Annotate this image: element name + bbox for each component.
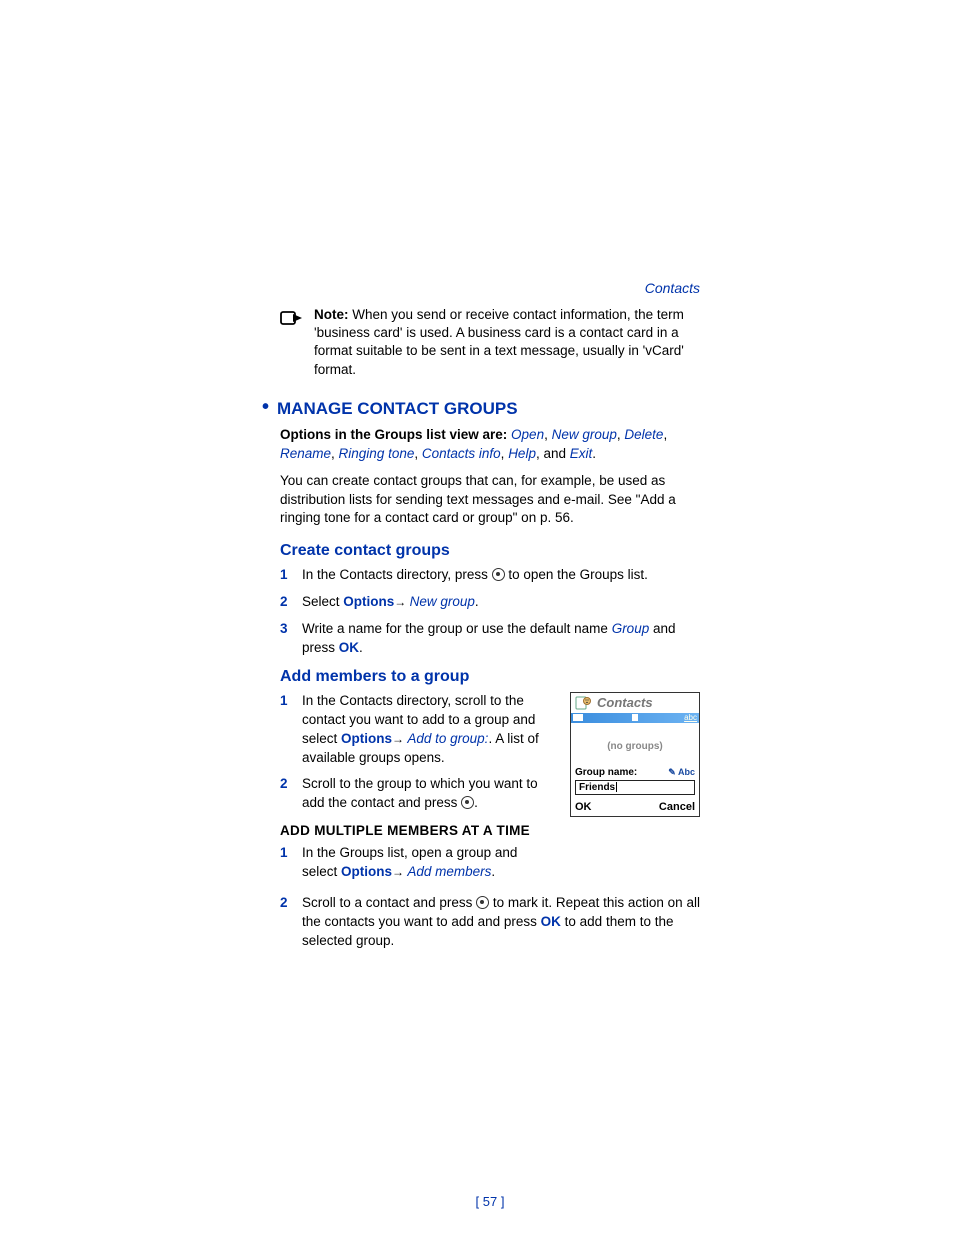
- create-groups-heading: Create contact groups: [280, 542, 700, 560]
- group-name-input[interactable]: Friends: [575, 780, 695, 795]
- step-row: 2 Scroll to the group to which you want …: [280, 775, 550, 813]
- phone-title: Contacts: [597, 695, 653, 710]
- menu-item: Add to group:: [407, 731, 488, 746]
- options-prefix: Options in the Groups list view are:: [280, 427, 511, 442]
- right-softkey[interactable]: Cancel: [659, 801, 695, 813]
- options-keyword: Options: [341, 731, 392, 746]
- default-name: Group: [612, 621, 650, 636]
- step-row: 1 In the Contacts directory, scroll to t…: [280, 692, 550, 768]
- arrow-icon: →: [394, 595, 409, 609]
- step-text: In the Contacts directory, scroll to the…: [302, 692, 550, 768]
- note-body: Note: When you send or receive contact i…: [314, 306, 700, 379]
- step-row: 1 In the Groups list, open a group and s…: [280, 844, 550, 882]
- note-label: Note:: [314, 307, 349, 322]
- main-heading: •MANAGE CONTACT GROUPS: [280, 397, 700, 420]
- step-number: 2: [280, 894, 292, 951]
- contacts-app-icon: [575, 695, 593, 711]
- signal-icon: [573, 714, 583, 721]
- arrow-icon: →: [392, 732, 407, 746]
- step-text: Scroll to the group to which you want to…: [302, 775, 550, 813]
- options-keyword: Options: [341, 864, 392, 879]
- step-text: In the Groups list, open a group and sel…: [302, 844, 550, 882]
- nav-key-icon: [492, 568, 505, 581]
- text-cursor: [616, 782, 617, 792]
- options-tail: , and: [536, 446, 570, 461]
- options-keyword: Options: [343, 594, 394, 609]
- left-softkey[interactable]: OK: [575, 801, 592, 813]
- note-text: When you send or receive contact informa…: [314, 307, 684, 377]
- nav-key-icon: [461, 796, 474, 809]
- step-text: In the Contacts directory, press to open…: [302, 566, 700, 585]
- opt-open: Open: [511, 427, 544, 442]
- ok-key: OK: [541, 914, 561, 929]
- phone-status-bar: abc: [571, 713, 699, 723]
- step-text: Write a name for the group or use the de…: [302, 620, 700, 658]
- opt-new-group: New group: [552, 427, 617, 442]
- opt-rename: Rename: [280, 446, 331, 461]
- opt-exit: Exit: [570, 446, 593, 461]
- input-mode-icon: abc: [684, 713, 697, 723]
- menu-item: Add members: [407, 864, 491, 879]
- page-number: [ 57 ]: [280, 1194, 700, 1209]
- phone-titlebar: Contacts: [571, 693, 699, 713]
- options-summary: Options in the Groups list view are: Ope…: [280, 426, 700, 464]
- phone-screenshot: Contacts abc (no groups) Group name: ✎ A…: [570, 692, 700, 817]
- step-row: 2 Select Options→ New group.: [280, 593, 700, 612]
- step-number: 1: [280, 692, 292, 768]
- opt-help: Help: [508, 446, 536, 461]
- note-callout: Note: When you send or receive contact i…: [280, 306, 700, 379]
- note-arrow-icon: [280, 308, 304, 333]
- menu-item: New group: [410, 594, 475, 609]
- phone-field-label: Group name: ✎ Abc: [571, 766, 699, 779]
- opt-contacts-info: Contacts info: [422, 446, 501, 461]
- bullet-icon: •: [262, 396, 269, 418]
- step-number: 1: [280, 566, 292, 585]
- intro-paragraph: You can create contact groups that can, …: [280, 472, 700, 529]
- step-text: Scroll to a contact and press to mark it…: [302, 894, 700, 951]
- step-number: 3: [280, 620, 292, 658]
- arrow-icon: →: [392, 865, 407, 879]
- multi-members-heading: ADD MULTIPLE MEMBERS AT A TIME: [280, 823, 550, 838]
- section-header: Contacts: [280, 280, 700, 296]
- phone-empty-state: (no groups): [571, 723, 699, 766]
- heading-text: MANAGE CONTACT GROUPS: [277, 399, 518, 418]
- step-number: 2: [280, 775, 292, 813]
- ok-key: OK: [339, 640, 359, 655]
- step-number: 2: [280, 593, 292, 612]
- opt-delete: Delete: [624, 427, 663, 442]
- indicator-icon: [632, 714, 638, 721]
- step-row: 2 Scroll to a contact and press to mark …: [280, 894, 700, 951]
- step-text: Select Options→ New group.: [302, 593, 700, 612]
- input-value: Friends: [579, 782, 615, 793]
- add-members-heading: Add members to a group: [280, 668, 700, 686]
- step-row: 3 Write a name for the group or use the …: [280, 620, 700, 658]
- text-mode-indicator: ✎ Abc: [668, 767, 695, 778]
- step-row: 1 In the Contacts directory, press to op…: [280, 566, 700, 585]
- step-number: 1: [280, 844, 292, 882]
- nav-key-icon: [476, 896, 489, 909]
- opt-ringing-tone: Ringing tone: [339, 446, 415, 461]
